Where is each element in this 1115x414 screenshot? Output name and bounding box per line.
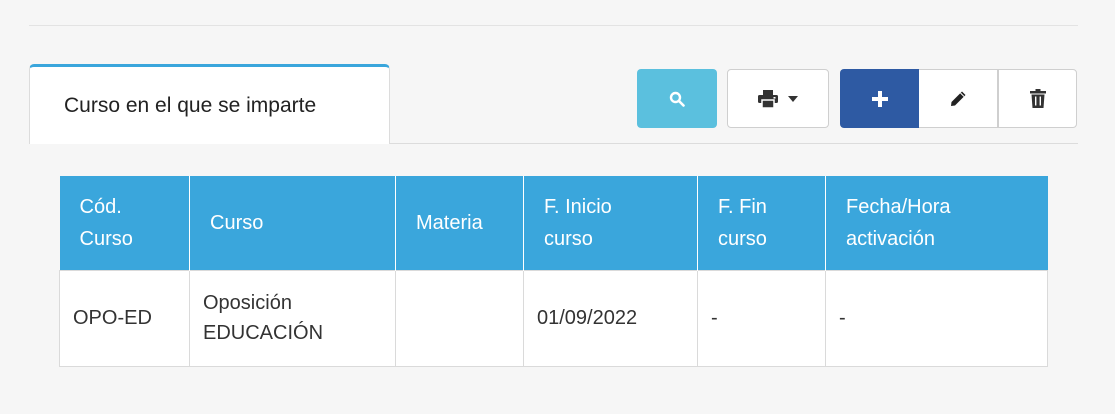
tab-curso[interactable]: Curso en el que se imparte (29, 64, 390, 144)
column-header-cod-curso[interactable]: Cód. Curso (59, 176, 190, 270)
pencil-icon (951, 91, 966, 106)
column-header-fecha-activacion[interactable]: Fecha/Hora activación (825, 176, 1048, 270)
cell-cod-curso: OPO-ED (59, 269, 190, 367)
table-header-row: Cód. Curso Curso Materia F. Inicio curso… (59, 176, 1048, 270)
plus-icon (871, 90, 888, 107)
column-header-curso[interactable]: Curso (189, 176, 396, 270)
delete-button[interactable] (998, 69, 1077, 128)
print-icon (758, 89, 778, 108)
cell-fecha-activacion: - (825, 269, 1048, 367)
chevron-down-icon (788, 95, 798, 102)
top-divider (29, 25, 1078, 26)
cell-curso: Oposición EDUCACIÓN (189, 269, 396, 367)
search-icon (669, 91, 685, 107)
trash-icon (1029, 89, 1046, 108)
column-header-materia[interactable]: Materia (395, 176, 524, 270)
add-button[interactable] (840, 69, 919, 128)
search-button[interactable] (637, 69, 717, 128)
cell-f-inicio: 01/09/2022 (523, 269, 698, 367)
edit-button[interactable] (919, 69, 998, 128)
tab-label: Curso en el que se imparte (64, 94, 317, 117)
table-row[interactable]: OPO-ED Oposición EDUCACIÓN 01/09/2022 - … (59, 269, 1048, 367)
cell-materia (395, 269, 524, 367)
print-dropdown-button[interactable] (727, 69, 829, 128)
cell-f-fin: - (697, 269, 826, 367)
column-header-f-inicio[interactable]: F. Inicio curso (523, 176, 698, 270)
column-header-f-fin[interactable]: F. Fin curso (697, 176, 826, 270)
course-table: Cód. Curso Curso Materia F. Inicio curso… (59, 176, 1048, 367)
